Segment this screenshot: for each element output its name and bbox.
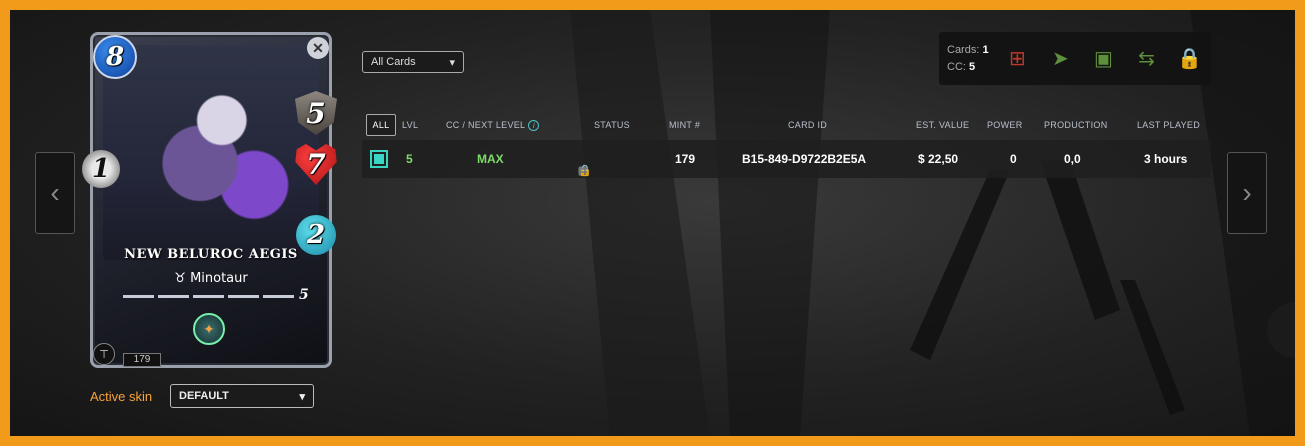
col-status: STATUS [594,120,630,130]
lock-icon: 🔒 [1177,48,1202,70]
col-production: PRODUCTION [1044,120,1108,130]
market-icon: ▣ [1093,48,1113,70]
cell-est-value: $ 22,50 [918,152,959,166]
card-image: 8 ✕ 5 7 2 1 NEW BELUROC AEGIS ♉ Minotaur… [79,32,337,368]
mint-badge: 179 [123,353,161,367]
col-cc-next-level: CC / NEXT LEVEL i [446,120,540,132]
checkbox-fill [374,154,384,164]
skin-select-value: DEFAULT [179,390,229,402]
send-button[interactable]: ➤ [1039,46,1082,71]
card-filter-select[interactable]: All Cards ▾ [362,51,464,73]
send-icon: ➤ [1052,48,1069,70]
chevron-down-icon: ▾ [299,390,305,403]
attack-stat: 1 [79,147,123,191]
table-row[interactable]: 5 MAX ◷ ▣ 🔒 ⇆ 179 B15-849-D9722B2E5A $ 2… [362,140,1211,178]
level-bar [228,295,259,298]
combine-button[interactable]: ⊞ [996,46,1039,71]
level-bar [263,295,294,298]
chevron-down-icon: ▾ [449,56,455,69]
col-last-played: LAST PLAYED [1137,120,1200,130]
level-bar [193,295,224,298]
card-name: NEW BELUROC AEGIS [124,247,298,262]
app-frame: ‹ › 8 ✕ 5 7 2 1 NEW BELUROC AEGIS ♉ Mino… [10,10,1295,436]
card-artwork [103,45,319,260]
close-icon[interactable]: ✕ [307,37,329,59]
cell-cc-next: MAX [477,152,504,166]
col-mint: MINT # [669,120,701,130]
row-checkbox[interactable] [370,150,388,168]
mana-cost: 8 [93,35,137,79]
active-skin-label: Active skin [90,389,153,404]
market-button[interactable]: ▣ [1082,46,1125,71]
card-filter-value: All Cards [371,56,416,68]
minotaur-icon: ♉ [174,271,186,286]
chevron-right-icon: › [1242,177,1252,208]
card-type: ♉ Minotaur [93,271,329,286]
combine-icon: ⊞ [1009,48,1026,70]
card-level: 5 [299,287,309,303]
edition-icon: ⊤ [93,343,115,365]
table-header: ALL LVL CC / NEXT LEVEL i STATUS MINT # C… [362,114,1211,136]
cell-mint: 179 [675,152,696,166]
transfer-icon: ⇆ [578,165,588,177]
level-bar [123,295,154,298]
skin-select[interactable]: DEFAULT ▾ [170,384,314,408]
selection-counts: Cards: 1 CC: 5 [939,42,996,76]
ability-icon: ✦ [193,313,225,345]
lock-button[interactable]: 🔒 [1168,46,1211,71]
cell-card-id: B15-849-D9722B2E5A [742,152,867,166]
level-bar [158,295,189,298]
next-card-button[interactable]: › [1227,152,1267,234]
cell-last-played: 3 hours [1144,152,1188,166]
cell-power: 0 [1010,152,1017,166]
cards-count-label: Cards: [947,43,980,56]
info-icon[interactable]: i [528,120,540,132]
col-power: POWER [987,120,1023,130]
cell-lvl: 5 [406,152,413,166]
col-card-id: CARD ID [788,120,828,130]
transfer-icon: ⇆ [1138,48,1155,70]
card-type-label: Minotaur [190,271,248,286]
previous-card-button[interactable]: ‹ [35,152,75,234]
col-cc-next-level-label: CC / NEXT LEVEL [446,120,526,130]
select-all-button[interactable]: ALL [366,114,396,136]
level-bars [123,295,294,298]
cc-count-label: CC: [947,60,966,73]
cards-count-value: 1 [982,43,989,56]
cc-count-value: 5 [969,60,976,73]
transfer-button[interactable]: ⇆ [1125,46,1168,71]
col-est-value: EST. VALUE [916,120,970,130]
col-lvl: LVL [402,120,419,130]
cell-production: 0,0 [1064,152,1081,166]
chevron-left-icon: ‹ [50,177,60,208]
action-panel: Cards: 1 CC: 5 ⊞ ➤ ▣ ⇆ 🔒 [939,32,1211,85]
